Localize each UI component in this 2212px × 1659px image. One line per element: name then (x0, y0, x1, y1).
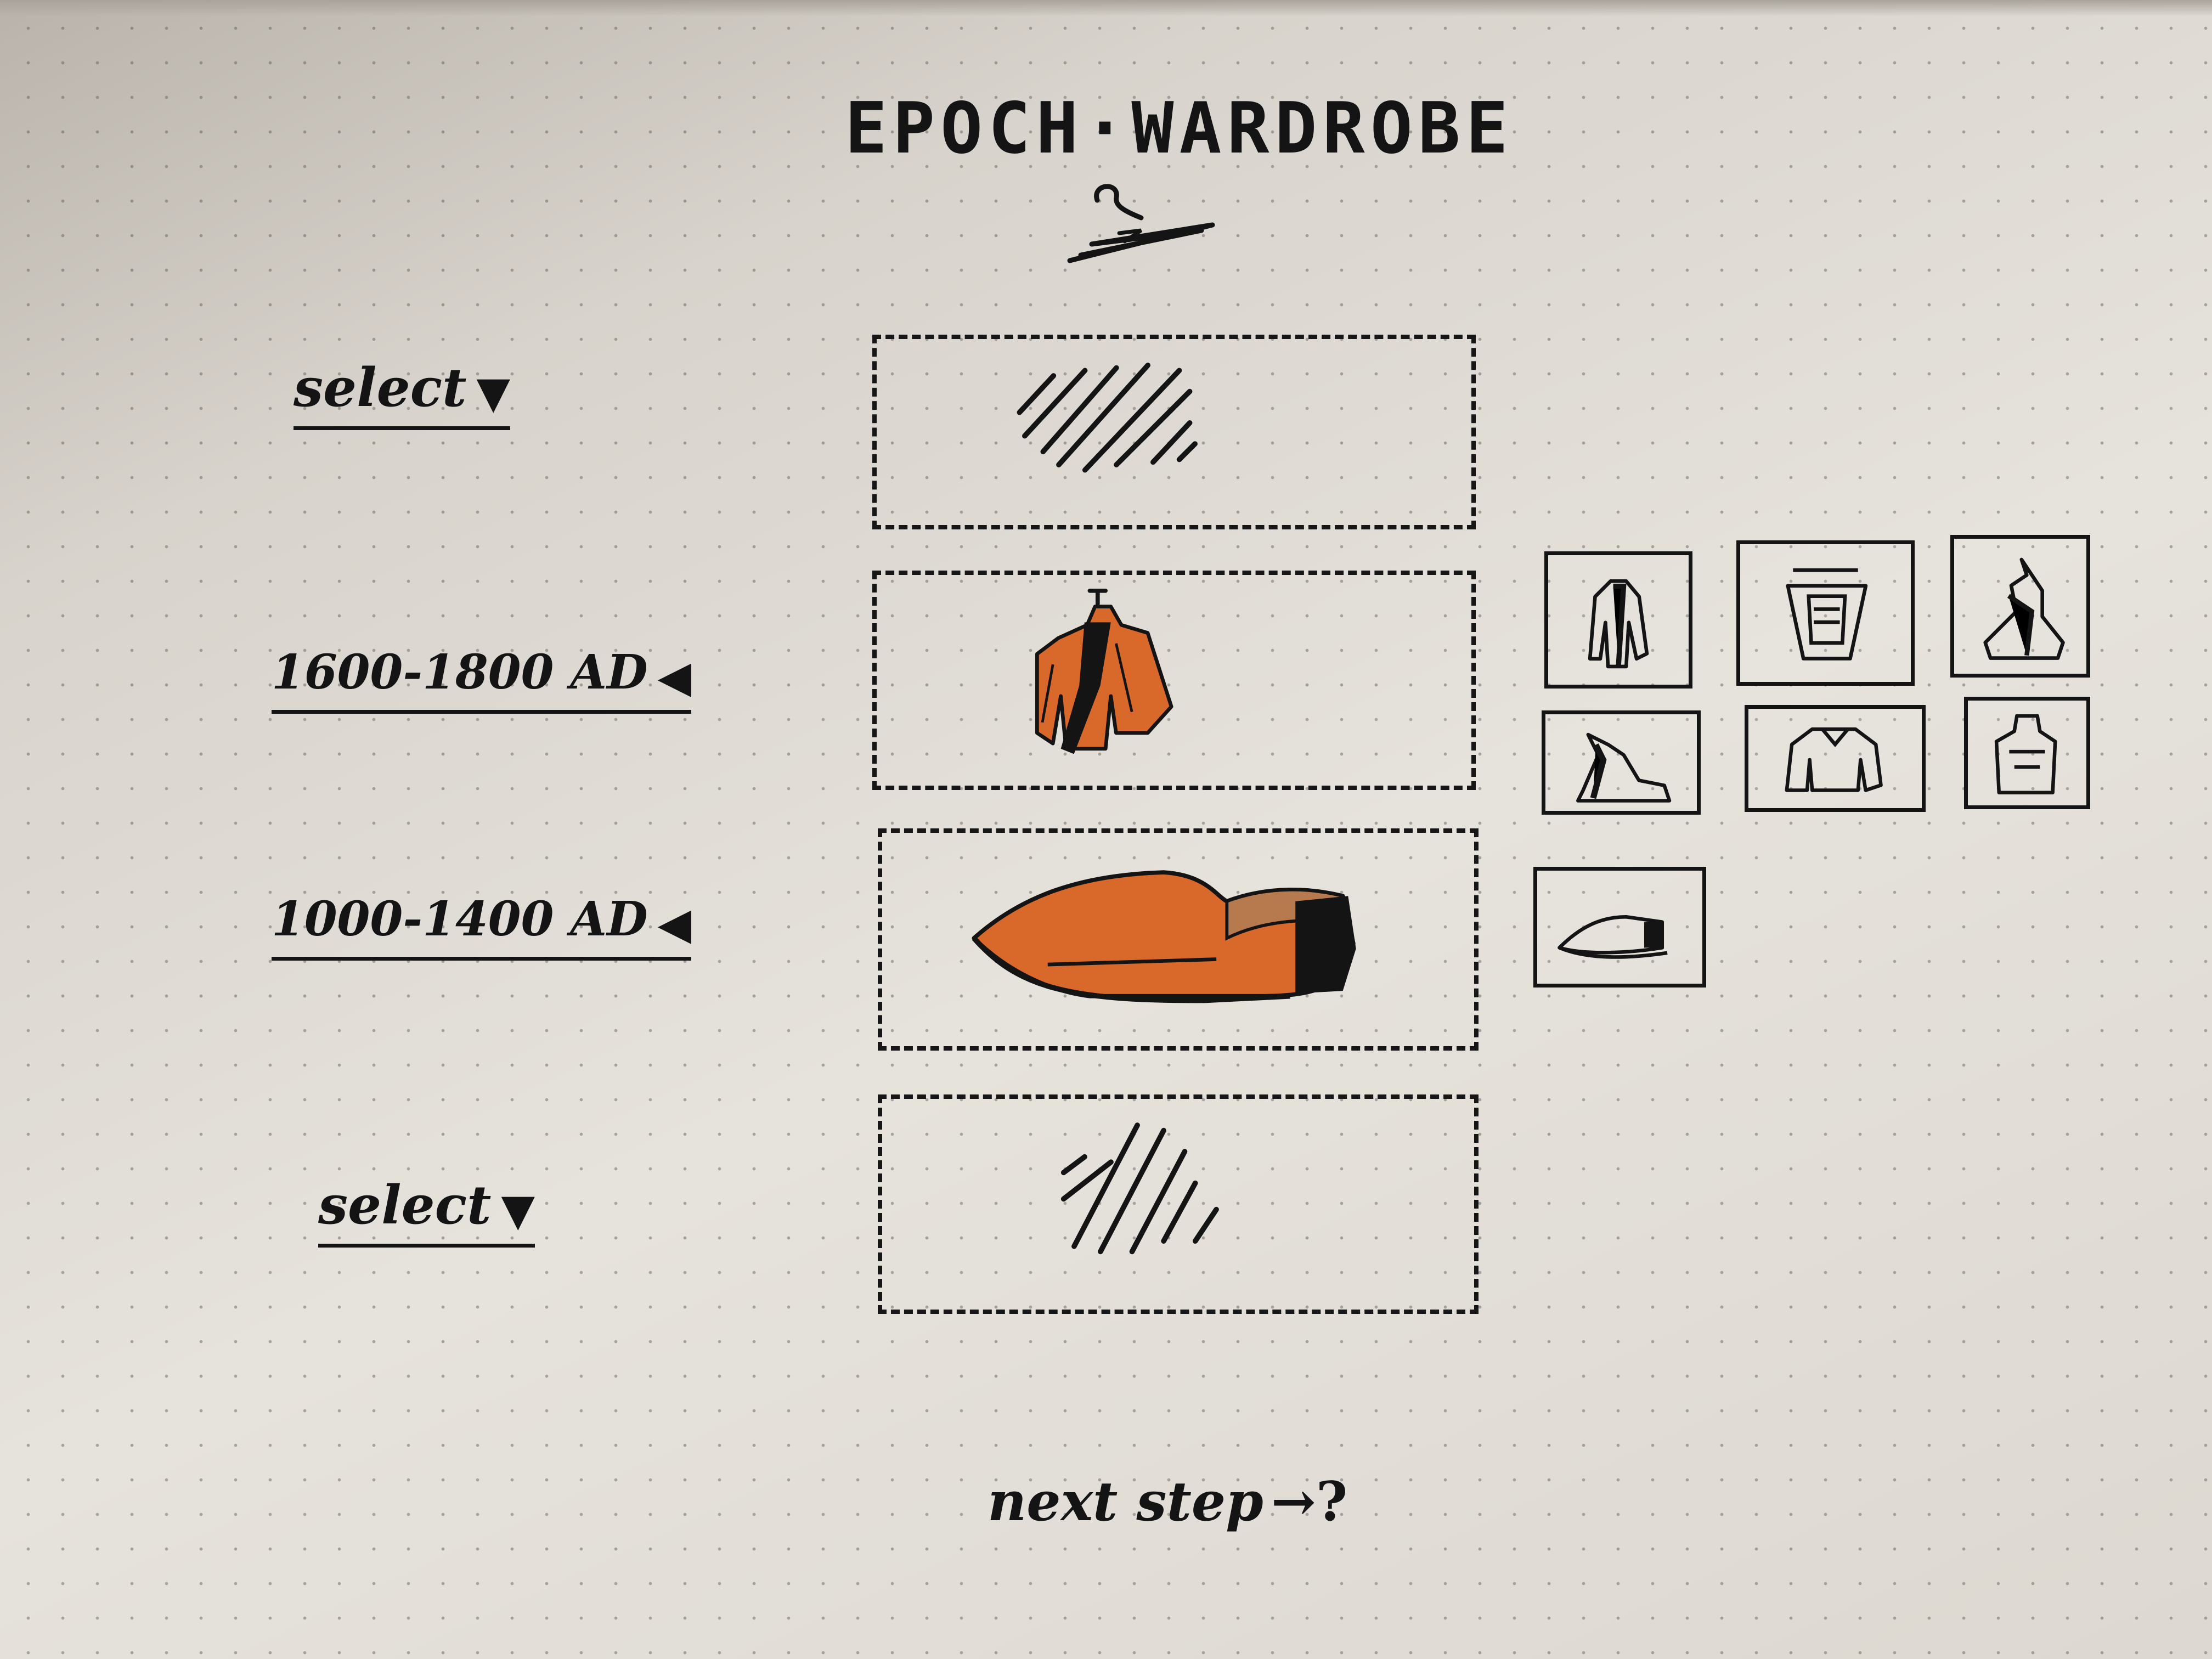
hatch-placeholder-icon (1017, 362, 1198, 473)
dropdown-caret-icon: ▼ (476, 366, 510, 419)
coat-icon (1035, 588, 1173, 754)
arrow-right-icon: →? (1271, 1470, 1348, 1533)
era-select-row-1[interactable]: select ▼ (294, 357, 510, 430)
shoe-icon (1558, 915, 1668, 959)
option-shoe[interactable] (1533, 867, 1706, 988)
page-title: EPOCH·WARDROBE (845, 88, 1514, 170)
option-seated-figure[interactable] (1542, 710, 1701, 815)
shoe-icon (972, 870, 1356, 1003)
option-rider-figure[interactable] (1950, 535, 2090, 678)
hanger-icon (1067, 184, 1215, 263)
next-step-label: next step (988, 1470, 1263, 1533)
dropdown-caret-icon: ▼ (501, 1184, 535, 1236)
outfit-slot-4[interactable] (878, 1094, 1479, 1314)
era-select-row-3[interactable]: 1000-1400 AD ◀ (272, 891, 692, 961)
hatch-placeholder-icon (1060, 1122, 1219, 1255)
outfit-slot-1[interactable] (872, 335, 1476, 529)
era-select-row-4[interactable]: select ▼ (318, 1174, 535, 1248)
era-select-label: select (318, 1174, 492, 1236)
jacket-icon (1785, 727, 1883, 792)
paper-edge (0, 0, 2212, 16)
next-step-link[interactable]: next step →? (988, 1470, 1347, 1533)
seated-figure-icon (1576, 732, 1672, 803)
option-coat-figure[interactable] (1544, 551, 1692, 689)
option-jacket[interactable] (1745, 705, 1926, 812)
era-select-label: select (294, 357, 467, 419)
era-select-label: 1000-1400 AD (272, 891, 648, 947)
bust-figure-icon (1994, 714, 2057, 794)
era-select-label: 1600-1800 AD (272, 645, 648, 700)
outfit-slot-2[interactable] (872, 571, 1476, 790)
collapse-caret-icon: ◀ (657, 650, 692, 702)
option-chair[interactable] (1736, 540, 1915, 686)
chair-icon (1786, 568, 1868, 661)
outfit-slot-3[interactable] (878, 828, 1479, 1051)
coat-figure-icon (1588, 579, 1649, 669)
era-select-row-2[interactable]: 1600-1800 AD ◀ (272, 645, 692, 714)
option-bust-figure[interactable] (1964, 697, 2090, 809)
rider-figure-icon (1983, 557, 2065, 660)
collapse-caret-icon: ◀ (657, 897, 692, 949)
